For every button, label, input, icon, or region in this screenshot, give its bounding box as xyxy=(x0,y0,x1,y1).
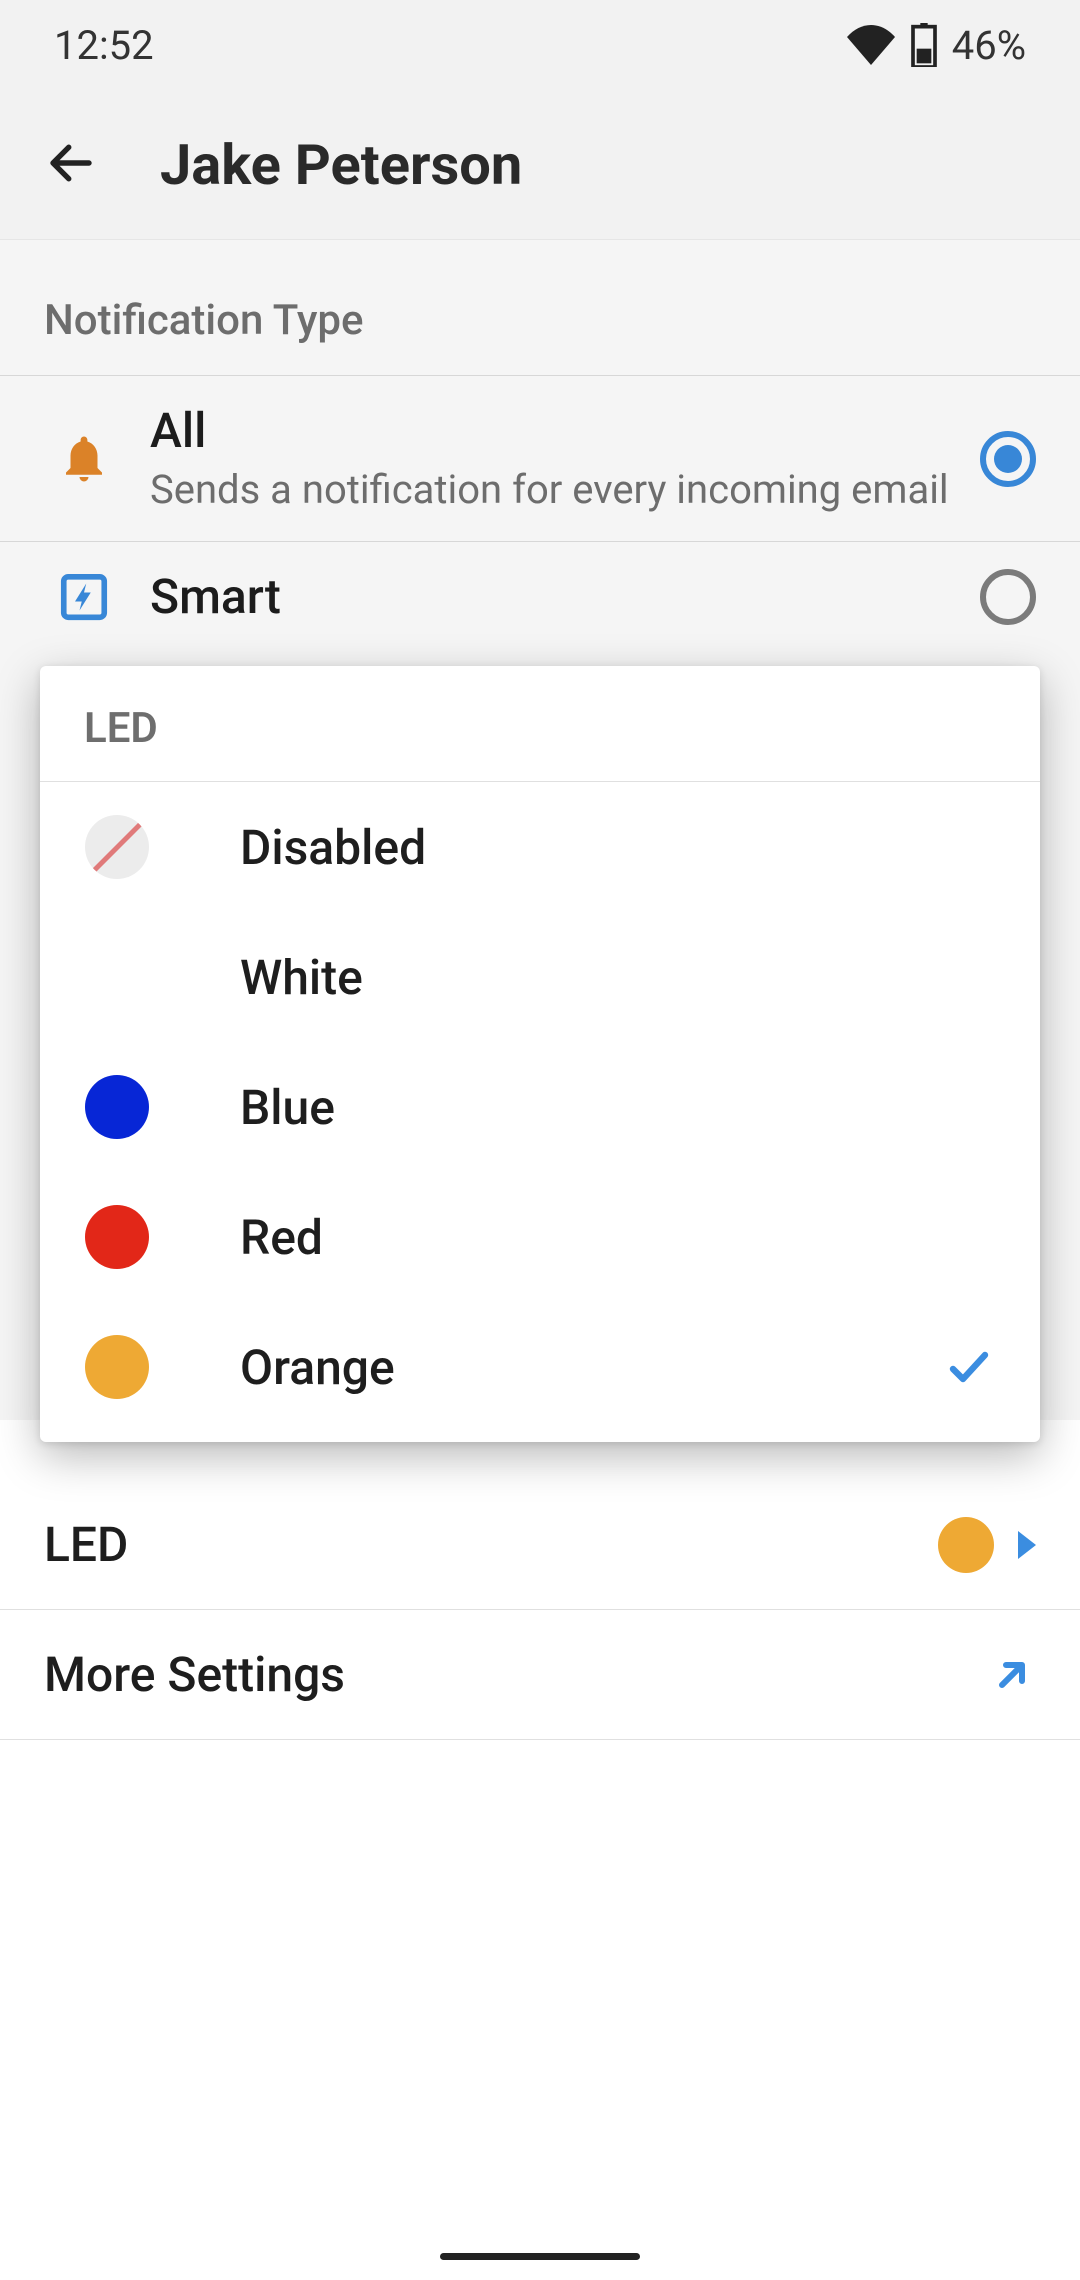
color-swatch-red xyxy=(85,1205,149,1269)
page-title: Jake Peterson xyxy=(160,132,522,198)
led-option-blue[interactable]: Blue xyxy=(40,1042,1040,1172)
led-current-color-swatch xyxy=(938,1517,994,1573)
status-time: 12:52 xyxy=(54,22,154,69)
status-bar: 12:52 46% xyxy=(0,0,1080,90)
back-button[interactable] xyxy=(34,126,108,204)
app-bar: Jake Peterson xyxy=(0,90,1080,240)
led-option-label: Disabled xyxy=(240,819,996,876)
led-option-label: Red xyxy=(240,1209,996,1266)
led-option-orange[interactable]: Orange xyxy=(40,1302,1040,1432)
row-led-label: LED xyxy=(44,1516,128,1573)
color-swatch-blue xyxy=(85,1075,149,1139)
led-option-label: Blue xyxy=(240,1079,996,1136)
chevron-right-icon xyxy=(1018,1531,1036,1559)
open-external-icon xyxy=(988,1651,1036,1699)
led-option-red[interactable]: Red xyxy=(40,1172,1040,1302)
row-more-settings-label: More Settings xyxy=(44,1646,345,1703)
wifi-icon xyxy=(846,25,896,65)
led-picker-dialog: LED Disabled White Blue Red Orange xyxy=(40,666,1040,1442)
disabled-icon xyxy=(85,815,149,879)
status-right: 46% xyxy=(846,22,1026,69)
battery-icon xyxy=(910,23,938,67)
led-option-label: Orange xyxy=(240,1339,852,1396)
led-option-label: White xyxy=(240,949,996,1006)
arrow-left-icon xyxy=(44,136,98,190)
battery-percent: 46% xyxy=(952,22,1026,69)
gesture-nav-handle[interactable] xyxy=(440,2253,640,2260)
row-led[interactable]: LED xyxy=(0,1480,1080,1610)
led-option-white[interactable]: White xyxy=(40,912,1040,1042)
color-swatch-orange xyxy=(85,1335,149,1399)
check-icon xyxy=(942,1343,996,1391)
dialog-title: LED xyxy=(40,666,1040,782)
row-more-settings[interactable]: More Settings xyxy=(0,1610,1080,1740)
led-option-disabled[interactable]: Disabled xyxy=(40,782,1040,912)
